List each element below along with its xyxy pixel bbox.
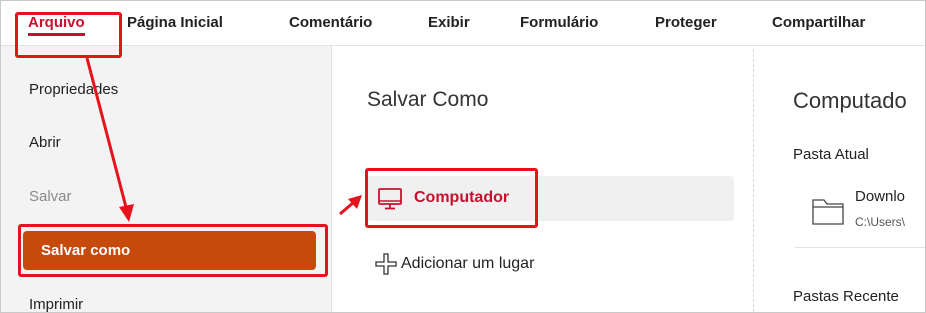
panel-title: Salvar Como <box>367 88 489 111</box>
file-sidebar: Propriedades Abrir Salvar Salvar como Im… <box>1 46 332 312</box>
sidebar-item-label: Salvar <box>29 188 72 205</box>
menu-label: Exibir <box>428 14 470 31</box>
folder-separator <box>795 247 925 248</box>
sidebar-item-propriedades[interactable]: Propriedades <box>29 81 118 98</box>
current-folder-name[interactable]: Downlo <box>855 188 905 205</box>
menubar: Arquivo Página Inicial Comentário Exibir… <box>1 1 925 46</box>
current-folder-path: C:\Users\ <box>855 215 906 229</box>
save-as-panel: Salvar Como Computador Adicionar um luga… <box>332 46 752 312</box>
computer-title: Computado <box>793 88 907 113</box>
menu-proteger[interactable]: Proteger <box>655 1 717 45</box>
option-adicionar-lugar[interactable]: Adicionar um lugar <box>401 255 534 273</box>
menu-label: Página Inicial <box>127 14 223 31</box>
menu-label: Compartilhar <box>772 14 866 31</box>
menu-arquivo[interactable]: Arquivo <box>28 1 85 45</box>
sidebar-item-label: Salvar como <box>41 242 131 259</box>
plus-icon <box>375 253 397 275</box>
sidebar-item-salvar-como[interactable]: Salvar como <box>23 231 316 270</box>
menu-comentario[interactable]: Comentário <box>289 1 372 45</box>
active-tab-underline <box>28 33 85 36</box>
sidebar-item-salvar: Salvar <box>29 188 72 205</box>
menu-compartilhar[interactable]: Compartilhar <box>772 1 865 45</box>
sidebar-item-label: Propriedades <box>29 81 119 98</box>
sidebar-item-label: Imprimir <box>29 296 84 313</box>
menu-pagina-inicial[interactable]: Página Inicial <box>127 1 223 45</box>
sidebar-item-imprimir[interactable]: Imprimir <box>29 296 84 313</box>
panel-divider <box>753 49 754 312</box>
menu-formulario[interactable]: Formulário <box>520 1 598 45</box>
option-computador-label: Computador <box>414 189 510 206</box>
menu-label: Formulário <box>520 14 599 31</box>
menu-label: Comentário <box>289 14 373 31</box>
current-folder-heading: Pasta Atual <box>793 146 869 163</box>
monitor-icon <box>378 188 402 210</box>
folder-icon <box>812 199 844 225</box>
menu-exibir[interactable]: Exibir <box>428 1 470 45</box>
sidebar-item-abrir[interactable]: Abrir <box>29 134 61 151</box>
app-window: Arquivo Página Inicial Comentário Exibir… <box>0 0 926 313</box>
menu-label: Proteger <box>655 14 717 31</box>
computer-panel: Computado Pasta Atual Downlo C:\Users\ P… <box>755 46 925 312</box>
sidebar-item-label: Abrir <box>29 134 61 151</box>
menu-label: Arquivo <box>28 14 85 31</box>
recent-folders-heading: Pastas Recente <box>793 288 899 305</box>
